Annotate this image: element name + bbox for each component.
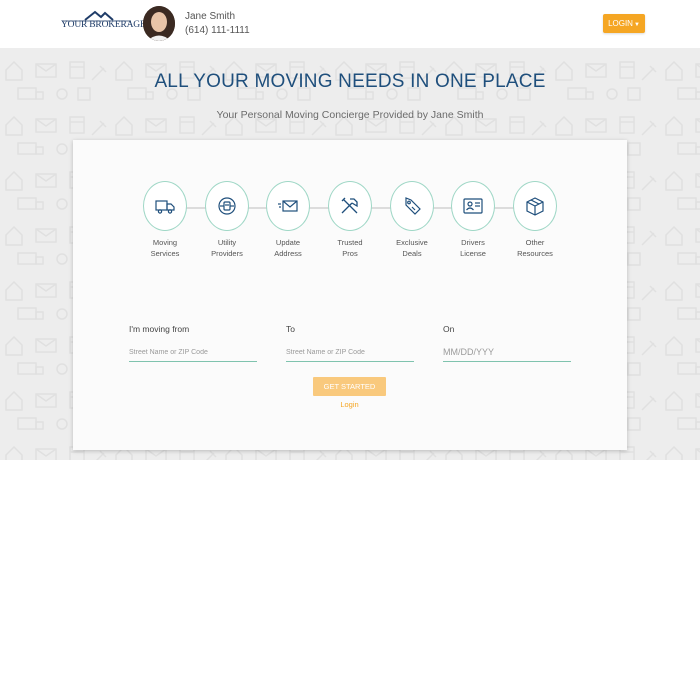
- agent-avatar: [143, 6, 175, 41]
- box-icon: [526, 197, 544, 216]
- truck-icon: [155, 200, 175, 214]
- step-circle[interactable]: [328, 181, 372, 231]
- agent-phone: (614) 111-1111: [185, 25, 250, 36]
- caret-down-icon: ▼: [633, 22, 640, 28]
- step-circle[interactable]: [266, 181, 310, 231]
- envelope-icon: [278, 200, 298, 212]
- page-title: ALL YOUR MOVING NEEDS IN ONE PLACE: [154, 71, 546, 92]
- move-date-label: On: [443, 324, 455, 334]
- step-other-resources[interactable]: Other Resources: [505, 181, 565, 259]
- step-label: Drivers License: [460, 238, 486, 258]
- top-header: YOUR BROKERAGE Jane Smith (614) 111-1111…: [0, 0, 700, 48]
- moving-from-label: I'm moving from: [129, 324, 190, 334]
- step-circle[interactable]: [390, 181, 434, 231]
- step-utility-providers[interactable]: Utility Providers: [197, 181, 257, 259]
- login-link[interactable]: Login: [313, 400, 386, 409]
- plug-icon: [218, 197, 236, 215]
- get-started-button[interactable]: GET STARTED: [313, 377, 386, 396]
- moving-to-input[interactable]: [286, 343, 414, 362]
- step-circle[interactable]: [205, 181, 249, 231]
- step-moving-services[interactable]: Moving Services: [135, 181, 195, 259]
- step-label: Trusted Pros: [337, 238, 363, 258]
- step-label: Update Address: [274, 238, 302, 258]
- agent-name: Jane Smith: [185, 11, 236, 22]
- tools-icon: [341, 197, 358, 214]
- login-button-label: LOGIN: [608, 19, 633, 28]
- move-date-input[interactable]: [443, 343, 571, 362]
- step-trusted-pros[interactable]: Trusted Pros: [320, 181, 380, 259]
- price-tag-icon: [405, 197, 421, 215]
- brokerage-logo[interactable]: YOUR BROKERAGE: [61, 9, 146, 33]
- moving-to-label: To: [286, 324, 295, 334]
- step-label: Moving Services: [150, 238, 180, 258]
- step-label: Exclusive Deals: [396, 238, 428, 258]
- step-circle[interactable]: [513, 181, 557, 231]
- step-circle[interactable]: [143, 181, 187, 231]
- step-label: Utility Providers: [211, 238, 243, 258]
- login-dropdown-button[interactable]: LOGIN▼: [603, 14, 645, 33]
- step-circle[interactable]: [451, 181, 495, 231]
- brand-name: YOUR BROKERAGE: [61, 20, 146, 30]
- page-subtitle: Your Personal Moving Concierge Provided …: [216, 109, 484, 121]
- step-label: Other Resources: [517, 238, 553, 258]
- step-drivers-license[interactable]: Drivers License: [443, 181, 503, 259]
- step-update-address[interactable]: Update Address: [258, 181, 318, 259]
- moving-from-input[interactable]: [129, 343, 257, 362]
- step-exclusive-deals[interactable]: Exclusive Deals: [382, 181, 442, 259]
- id-card-icon: [463, 198, 483, 214]
